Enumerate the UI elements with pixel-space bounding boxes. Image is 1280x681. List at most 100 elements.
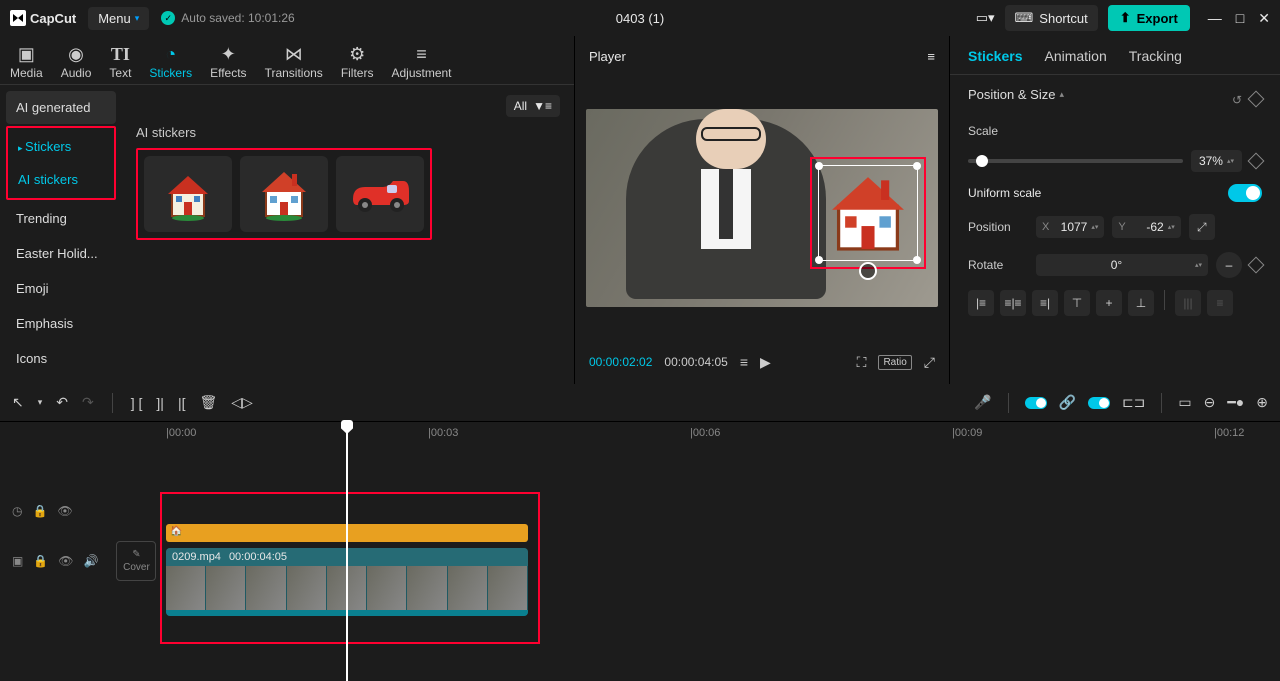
- props-tab-animation[interactable]: Animation: [1044, 48, 1106, 64]
- handle-bl[interactable]: [815, 256, 823, 264]
- export-button[interactable]: ⬆ Export: [1108, 5, 1190, 31]
- sidebar-stickers[interactable]: ▸ Stickers: [8, 130, 114, 163]
- delete-icon[interactable]: 🗑: [199, 394, 217, 411]
- all-filter-button[interactable]: All ▼≡: [506, 95, 560, 117]
- keyframe-rotate-icon[interactable]: [1248, 257, 1265, 274]
- sidebar-emphasis[interactable]: Emphasis: [6, 307, 116, 340]
- tab-audio[interactable]: ◉Audio: [61, 44, 92, 80]
- sticker-item-house1[interactable]: [144, 156, 232, 232]
- playhead[interactable]: [346, 422, 348, 681]
- eye-icon[interactable]: 👁: [58, 554, 73, 568]
- list-icon[interactable]: ≡: [740, 354, 748, 370]
- sidebar-trending[interactable]: Trending: [6, 202, 116, 235]
- sticker-selection-box[interactable]: [810, 157, 926, 269]
- scale-slider[interactable]: [968, 159, 1183, 163]
- tab-effects[interactable]: ✦Effects: [210, 44, 246, 80]
- sidebar-ai-stickers[interactable]: AI stickers: [8, 163, 114, 196]
- props-tab-tracking[interactable]: Tracking: [1129, 48, 1182, 64]
- position-label: Position: [968, 220, 1028, 234]
- maximize-icon[interactable]: □: [1236, 10, 1244, 27]
- sidebar-icons[interactable]: Icons: [6, 342, 116, 375]
- position-x-input[interactable]: X 1077 ▴▾: [1036, 216, 1104, 238]
- tab-filters[interactable]: ⚙Filters: [341, 44, 374, 80]
- video-track-head[interactable]: ▣ 🔒 👁 🔊 ✎ Cover: [0, 524, 160, 598]
- fullscreen-icon[interactable]: ⤢: [924, 354, 935, 371]
- layout-icon[interactable]: ▭▾: [976, 10, 995, 26]
- video-preview[interactable]: [586, 109, 938, 307]
- uniform-scale-toggle[interactable]: [1228, 184, 1262, 202]
- sticker-item-house2[interactable]: [240, 156, 328, 232]
- align-top-icon[interactable]: ⊤: [1064, 290, 1090, 316]
- sidebar-easter[interactable]: Easter Holid...: [6, 237, 116, 270]
- props-tab-stickers[interactable]: Stickers: [968, 48, 1022, 64]
- handle-tl[interactable]: [815, 162, 823, 170]
- tab-transitions[interactable]: ⋈Transitions: [265, 44, 323, 80]
- tab-text[interactable]: TIText: [109, 44, 131, 80]
- tab-media[interactable]: ▣Media: [10, 44, 43, 80]
- preview-icon[interactable]: ▭: [1178, 394, 1191, 411]
- scale-label: Scale: [968, 124, 1028, 138]
- menu-button[interactable]: Menu ▾: [88, 7, 149, 30]
- stepper-icon[interactable]: ▴▾: [1195, 261, 1202, 269]
- sidebar-emoji[interactable]: Emoji: [6, 272, 116, 305]
- tab-adjustment[interactable]: ≡Adjustment: [391, 44, 451, 80]
- focus-icon[interactable]: ⛶: [857, 354, 867, 371]
- align-right-icon[interactable]: ≡|: [1032, 290, 1058, 316]
- reset-icon[interactable]: ↺: [1232, 93, 1242, 107]
- lock-icon[interactable]: 🔒: [33, 554, 48, 568]
- chevron-up-icon[interactable]: ▴: [1059, 89, 1064, 100]
- redo-icon[interactable]: ↷: [82, 394, 94, 411]
- eye-icon[interactable]: 👁: [57, 504, 72, 518]
- shortcut-button[interactable]: ⌨ Shortcut: [1005, 5, 1098, 31]
- rotate-handle-icon[interactable]: [859, 262, 877, 280]
- lock-icon[interactable]: 🔒: [32, 504, 47, 518]
- chevron-down-icon[interactable]: ▾: [38, 397, 43, 408]
- stepper-icon[interactable]: ▴▾: [1168, 223, 1175, 231]
- timeline-ruler[interactable]: |00:00 |00:03 |00:06 |00:09 |00:12: [160, 422, 1280, 448]
- distribute-h-icon[interactable]: |||: [1175, 290, 1201, 316]
- stepper-icon[interactable]: ▴▾: [1227, 157, 1234, 165]
- video-icon: ▣: [12, 554, 23, 568]
- magnet-toggle-2[interactable]: [1088, 397, 1110, 409]
- magnet-toggle-1[interactable]: [1025, 397, 1047, 409]
- sidebar-ai-generated[interactable]: AI generated: [6, 91, 116, 124]
- snap-icon[interactable]: ⊏⊐: [1122, 394, 1145, 411]
- pointer-tool-icon[interactable]: ↖: [12, 394, 24, 411]
- minimize-icon[interactable]: —: [1208, 10, 1222, 27]
- sticker-track-head[interactable]: ◷ 🔒 👁: [0, 498, 160, 524]
- rotate-reset-button[interactable]: –: [1216, 252, 1242, 278]
- mirror-icon[interactable]: ◁▷: [231, 394, 253, 411]
- mic-icon[interactable]: 🎤: [974, 394, 991, 411]
- cover-button[interactable]: ✎ Cover: [116, 541, 156, 581]
- link-icon[interactable]: 🔗: [1059, 394, 1076, 411]
- position-y-input[interactable]: Y -62 ▴▾: [1112, 216, 1180, 238]
- play-icon[interactable]: ▶: [760, 354, 771, 371]
- zoom-out-icon[interactable]: ⊖: [1204, 394, 1216, 411]
- handle-tr[interactable]: [913, 162, 921, 170]
- speaker-icon[interactable]: 🔊: [84, 554, 99, 568]
- zoom-in-icon[interactable]: ⊕: [1256, 394, 1268, 411]
- align-left-icon[interactable]: |≡: [968, 290, 994, 316]
- split-icon[interactable]: ] [: [131, 395, 143, 411]
- handle-br[interactable]: [913, 256, 921, 264]
- link-icon[interactable]: ⤢: [1189, 214, 1215, 240]
- keyframe-scale-icon[interactable]: [1248, 153, 1265, 170]
- tab-stickers[interactable]: ◔Stickers: [149, 44, 192, 80]
- stepper-icon[interactable]: ▴▾: [1091, 223, 1098, 231]
- distribute-v-icon[interactable]: ≡: [1207, 290, 1233, 316]
- keyframe-icon[interactable]: [1248, 90, 1265, 107]
- trim-right-icon[interactable]: |[: [178, 395, 186, 411]
- align-bottom-icon[interactable]: ⊥: [1128, 290, 1154, 316]
- undo-icon[interactable]: ↶: [56, 394, 68, 411]
- align-center-h-icon[interactable]: ≡|≡: [1000, 290, 1026, 316]
- player-menu-icon[interactable]: ≡: [927, 49, 935, 64]
- sticker-item-car[interactable]: [336, 156, 424, 232]
- align-center-v-icon[interactable]: +: [1096, 290, 1122, 316]
- ruler-tick: |00:06: [690, 427, 720, 439]
- scale-value[interactable]: 37%▴▾: [1191, 150, 1242, 172]
- trim-left-icon[interactable]: ]|: [156, 395, 164, 411]
- rotate-input[interactable]: 0° ▴▾: [1036, 254, 1208, 276]
- ratio-button[interactable]: Ratio: [878, 355, 911, 370]
- zoom-slider-icon[interactable]: ━●: [1227, 394, 1244, 411]
- close-icon[interactable]: ✕: [1258, 10, 1270, 27]
